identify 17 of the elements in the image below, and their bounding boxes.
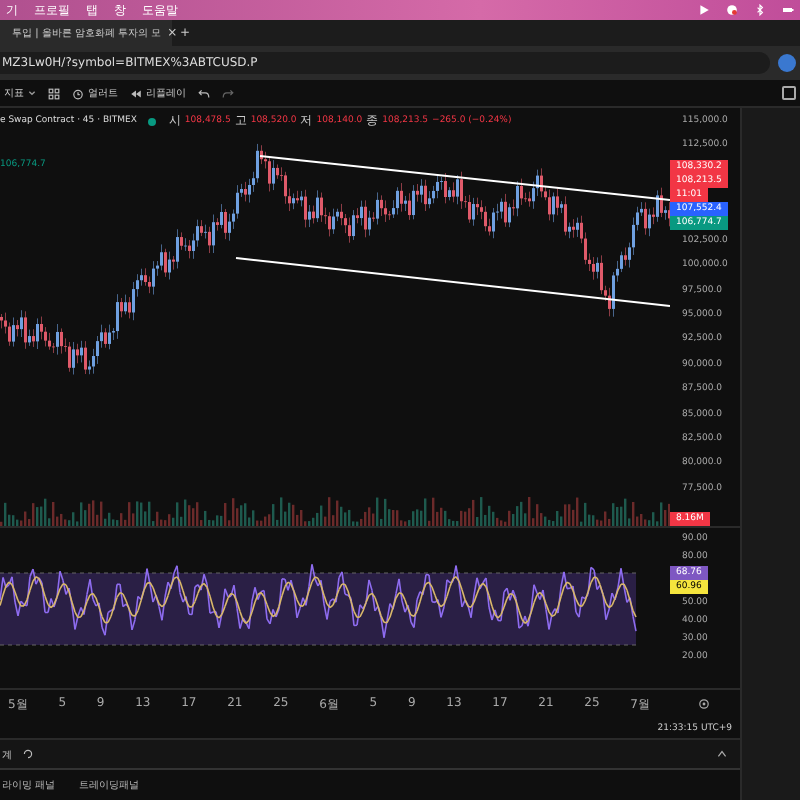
redo-icon[interactable] — [222, 87, 234, 99]
fullscreen-icon[interactable] — [782, 86, 796, 100]
play-icon[interactable] — [698, 4, 710, 16]
rewind-icon[interactable] — [130, 87, 142, 99]
clock-icon[interactable] — [72, 87, 84, 99]
record-icon[interactable] — [726, 4, 738, 16]
trend-line[interactable] — [235, 257, 670, 307]
settings-icon[interactable] — [698, 698, 710, 710]
market-status-icon — [148, 117, 157, 125]
bluetooth-icon[interactable] — [754, 4, 766, 16]
profile-avatar[interactable] — [778, 54, 796, 72]
chevron-icon[interactable] — [28, 90, 36, 96]
trend-line[interactable] — [259, 155, 670, 201]
caret-icon[interactable] — [716, 748, 728, 760]
refresh-icon[interactable] — [22, 748, 34, 760]
layout-grid-icon[interactable] — [48, 87, 60, 99]
undo-icon[interactable] — [198, 87, 210, 99]
